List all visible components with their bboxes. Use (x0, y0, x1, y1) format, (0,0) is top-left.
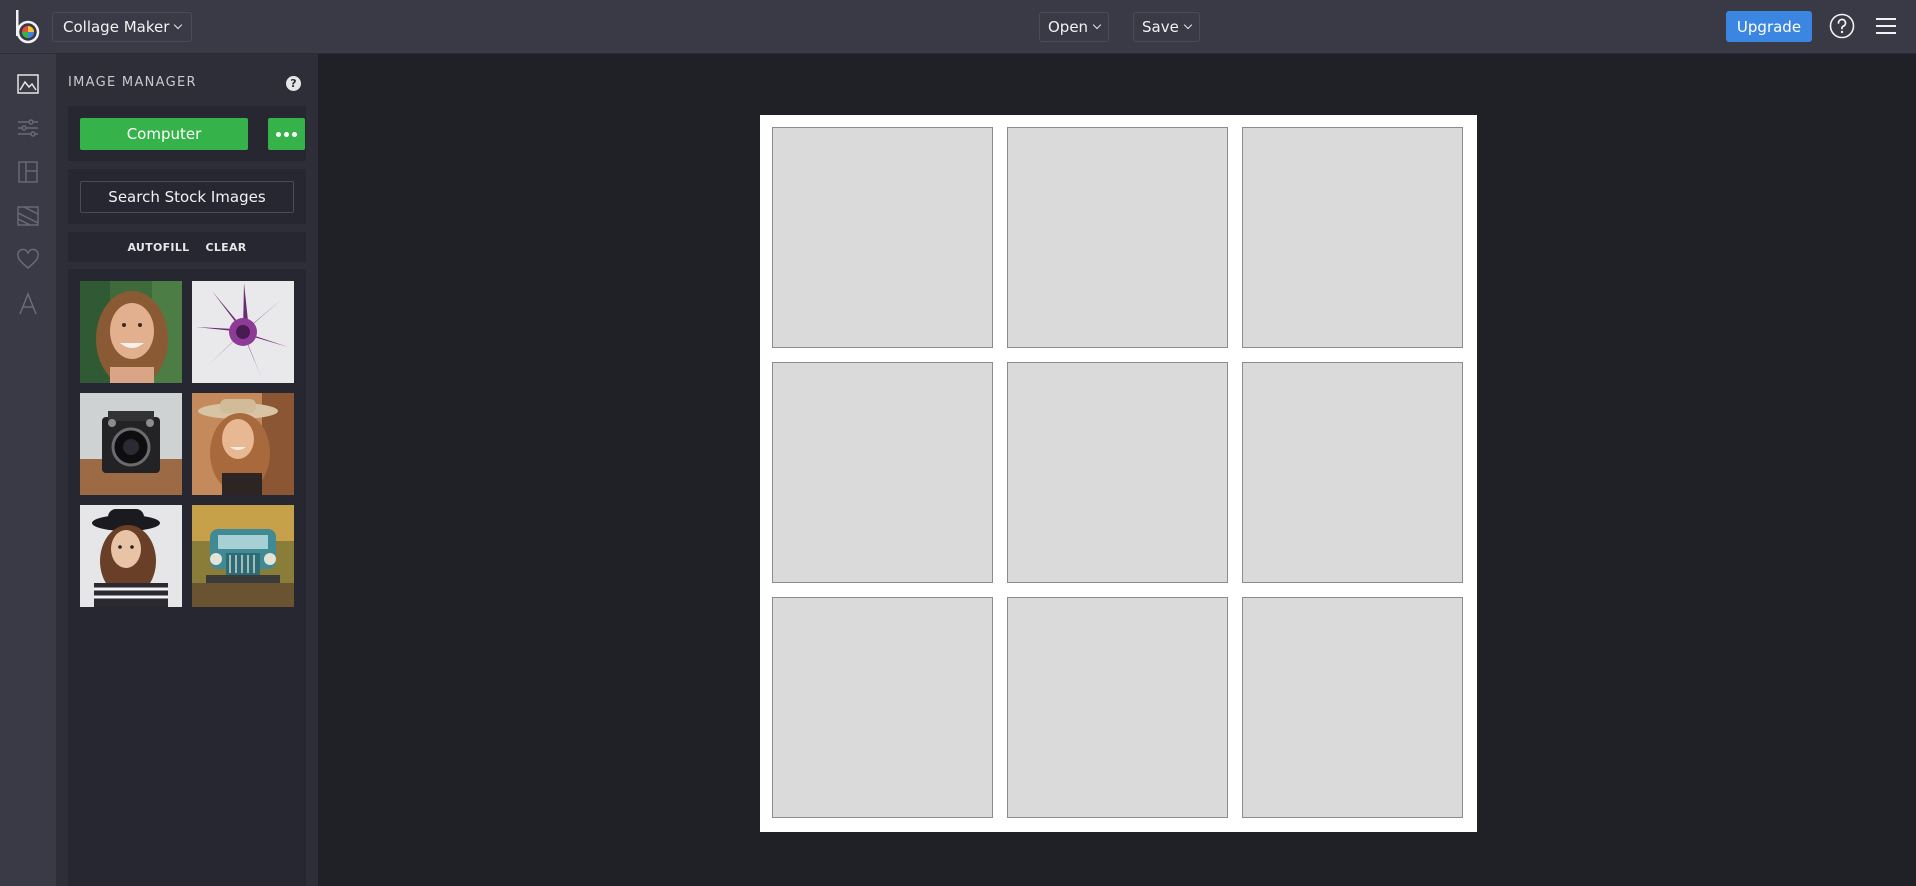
top-bar: Collage Maker Open Save Upgrade (0, 0, 1916, 54)
panel-title: IMAGE MANAGER (68, 75, 197, 90)
image-manager-icon[interactable] (16, 72, 40, 96)
collage-cell[interactable] (1242, 597, 1463, 818)
chevron-down-icon (1183, 20, 1193, 30)
app-logo-icon[interactable] (14, 10, 42, 44)
text-icon[interactable] (16, 292, 40, 316)
open-label: Open (1048, 18, 1089, 36)
thumbnail-smiling-woman[interactable] (80, 281, 182, 383)
thumbnail-vintage-truck[interactable] (192, 505, 294, 607)
save-dropdown[interactable]: Save (1133, 12, 1200, 42)
search-stock-images-button[interactable]: Search Stock Images (80, 181, 294, 213)
upgrade-button[interactable]: Upgrade (1726, 11, 1812, 42)
image-manager-panel: IMAGE MANAGER ? Computer Search Stock Im… (56, 54, 318, 886)
dot-icon (276, 131, 281, 137)
clear-button[interactable]: CLEAR (205, 241, 246, 254)
collage-cell[interactable] (1007, 127, 1228, 348)
collage-cell[interactable] (1007, 597, 1228, 818)
dot-icon (284, 131, 289, 137)
thumbnail-woman-in-hat[interactable] (192, 393, 294, 495)
collage-cell[interactable] (1242, 127, 1463, 348)
collage-cell[interactable] (772, 127, 993, 348)
collage-cell[interactable] (772, 362, 993, 583)
thumbnail-vintage-camera[interactable] (80, 393, 182, 495)
panel-help-icon[interactable]: ? (286, 76, 301, 91)
thumbnail-actions: AUTOFILL CLEAR (68, 232, 306, 262)
app-switcher-label: Collage Maker (63, 18, 170, 36)
favorites-icon[interactable] (16, 248, 40, 272)
help-icon[interactable] (1829, 13, 1855, 39)
collage-cell[interactable] (772, 597, 993, 818)
collage-cell[interactable] (1242, 362, 1463, 583)
dot-icon (292, 131, 297, 137)
upload-computer-button[interactable]: Computer (80, 118, 248, 150)
adjust-icon[interactable] (16, 116, 40, 140)
hamburger-menu-icon[interactable] (1874, 15, 1898, 37)
upload-section: Computer (68, 106, 306, 161)
app-switcher-dropdown[interactable]: Collage Maker (52, 12, 193, 42)
collage-cell[interactable] (1007, 362, 1228, 583)
save-label: Save (1142, 18, 1179, 36)
more-sources-button[interactable] (268, 118, 305, 150)
thumbnail-purple-succulent[interactable] (192, 281, 294, 383)
chevron-down-icon (1092, 20, 1102, 30)
tool-rail (0, 54, 56, 886)
thumbnail-grid (68, 269, 306, 886)
background-icon[interactable] (16, 204, 40, 228)
collage-canvas (760, 115, 1477, 832)
autofill-button[interactable]: AUTOFILL (127, 241, 189, 254)
open-dropdown[interactable]: Open (1039, 12, 1110, 42)
chevron-down-icon (174, 20, 183, 30)
layout-icon[interactable] (16, 160, 40, 184)
thumbnail-woman-black-hat[interactable] (80, 505, 182, 607)
stock-section: Search Stock Images (68, 169, 306, 224)
